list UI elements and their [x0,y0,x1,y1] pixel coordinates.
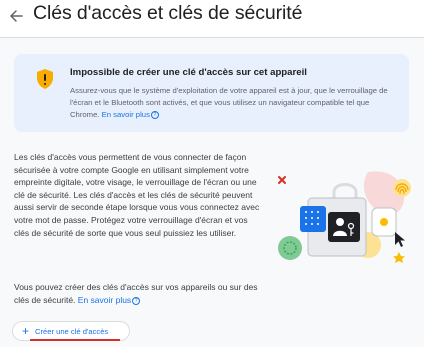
learn-more-link[interactable]: En savoir plus? [78,295,141,305]
passkey-illustration [278,171,411,263]
help-icon: ? [150,111,159,120]
fingerprint-icon [393,179,411,197]
warning-card: Impossible de créer une clé d'accès sur … [14,54,409,132]
description-text: Les clés d'accès vous permettent de vous… [14,152,260,238]
page-title: Clés d'accès et clés de sécurité [33,2,303,24]
plus-icon: + [22,324,30,338]
create-passkey-label: Créer une clé d'accès [35,326,109,336]
blue-tile [300,206,326,232]
secondary-text: Vous pouvez créer des clés d'accès sur v… [14,281,262,306]
top-bar: Clés d'accès et clés de sécurité [0,0,424,30]
warning-title: Impossible de créer une clé d'accès sur … [70,67,307,78]
highlight-underline [30,339,120,341]
star-icon [393,252,405,263]
create-passkey-button[interactable]: + Créer une clé d'accès [12,321,130,341]
warning-text: Assurez-vous que le système d'exploitati… [70,85,400,122]
help-icon: ? [132,296,141,305]
content-area: Impossible de créer une clé d'accès sur … [0,37,424,347]
shield-warning-icon [37,69,53,89]
green-circle [278,236,302,260]
close-icon [278,176,286,184]
cursor-icon [395,232,405,247]
passkey-device [328,212,360,242]
back-button[interactable] [6,6,26,26]
arrow-back-icon [10,10,23,22]
warning-learn-more-link[interactable]: En savoir plus? [102,110,159,120]
